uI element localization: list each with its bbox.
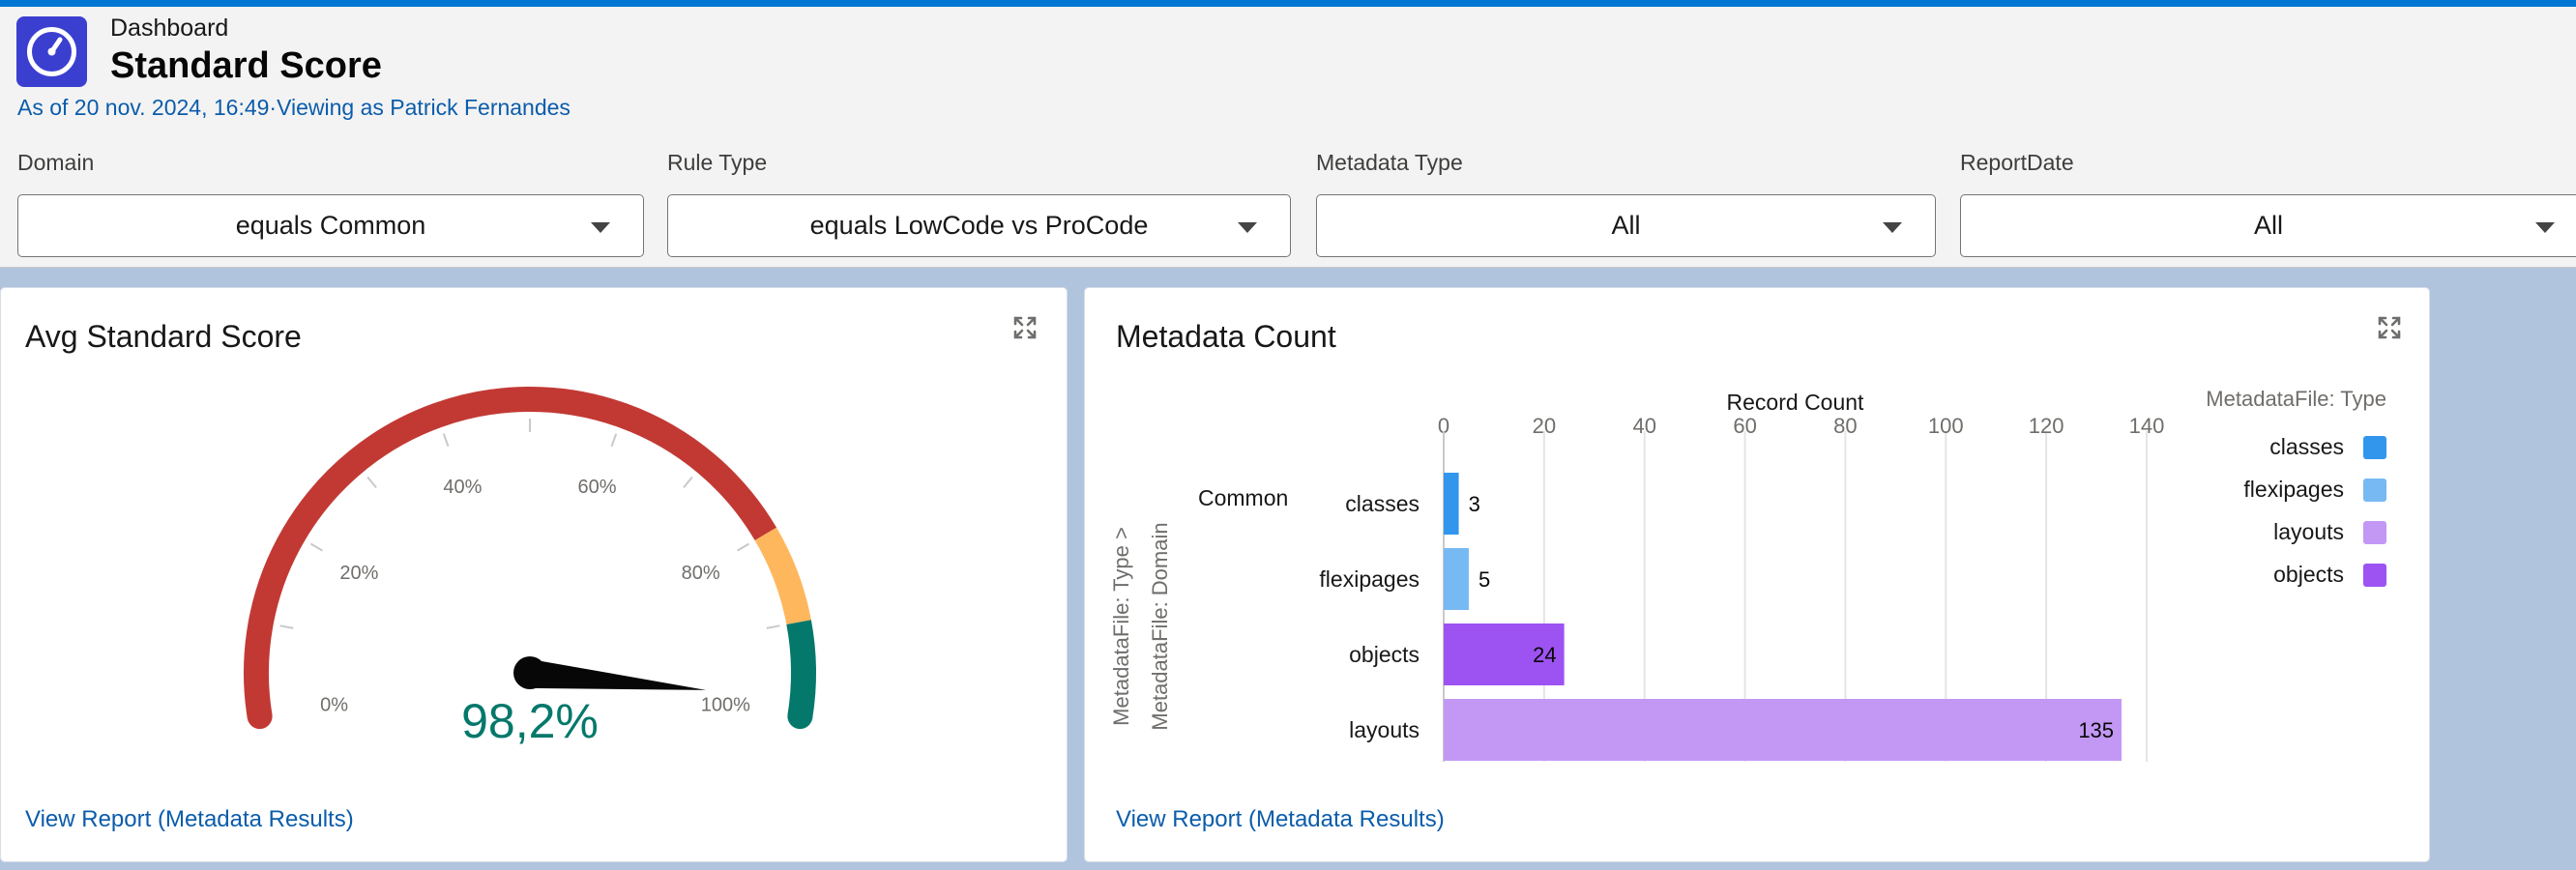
gauge-value-label: 98,2% <box>461 694 599 748</box>
gauge-band <box>244 387 777 719</box>
legend-swatch[interactable] <box>2363 436 2386 459</box>
gauge-band <box>786 620 816 719</box>
filter-label-rule-type: Rule Type <box>667 150 768 175</box>
view-report-link[interactable]: View Report (Metadata Results) <box>1116 806 1445 833</box>
bar[interactable] <box>1444 548 1469 610</box>
gauge-tick <box>442 433 450 448</box>
gauge-tick-label: 80% <box>682 563 720 584</box>
x-tick-label: 120 <box>2029 414 2064 438</box>
gauge-tick-label: 40% <box>443 477 482 498</box>
gauge-needle <box>528 659 707 690</box>
avg-standard-score-card: Avg Standard Score 0% 20% 40% 60% 80% 100% 98,… <box>0 287 1068 862</box>
legend-swatch[interactable] <box>2363 478 2386 502</box>
filter-label-metadata-type: Metadata Type <box>1316 150 1463 175</box>
bar-value-label: 24 <box>1533 643 1556 667</box>
gauge-band-cap <box>787 704 813 730</box>
bar-value-label: 135 <box>2078 718 2114 742</box>
bar-chart: Record Count0 20 40 60 80 100 120 140MetadataFi… <box>1109 387 2386 762</box>
filter-label-report-date: ReportDate <box>1960 150 2074 175</box>
gauge-tick-label: 100% <box>701 695 750 716</box>
filter-rule-type-value: equals LowCode vs ProCode <box>809 211 1149 240</box>
category-label: classes <box>1345 491 1420 516</box>
x-axis-title: Record Count <box>1727 390 1865 415</box>
filter-report-date-value: All <box>2253 211 2283 240</box>
top-accent-bar <box>0 0 2576 7</box>
chevron-down-icon <box>1883 222 1902 233</box>
gauge-chart: 0% 20% 40% 60% 80% 100% 98,2% <box>244 387 816 748</box>
filter-domain-select[interactable]: equals Common <box>17 194 644 257</box>
gauge-tick <box>610 433 618 448</box>
x-tick-label: 60 <box>1733 414 1756 438</box>
x-tick-label: 80 <box>1833 414 1857 438</box>
bar-value-label: 3 <box>1469 492 1480 516</box>
filter-metadata-type-value: All <box>1611 211 1641 240</box>
filter-metadata-type-select[interactable]: All <box>1316 194 1936 257</box>
legend-title: MetadataFile: Type <box>2206 387 2386 411</box>
legend-swatch[interactable] <box>2363 564 2386 587</box>
gauge-tick <box>683 476 693 488</box>
gauge-tick-label: 60% <box>578 477 617 498</box>
bar[interactable] <box>1444 473 1459 535</box>
filter-report-date-select[interactable]: All <box>1960 194 2576 257</box>
x-tick-label: 40 <box>1632 414 1655 438</box>
gauge-tick <box>737 542 750 552</box>
chevron-down-icon <box>591 222 610 233</box>
bar[interactable] <box>1444 699 2122 761</box>
gauge-tick-label: 0% <box>320 695 348 716</box>
legend-label: objects <box>2273 562 2344 587</box>
dashboard-label: Dashboard <box>110 14 229 42</box>
x-tick-label: 100 <box>1928 414 1964 438</box>
category-label: objects <box>1349 642 1420 667</box>
gauge-tick <box>279 624 294 629</box>
y-axis-title: MetadataFile: Domain <box>1148 522 1172 730</box>
page-title: Standard Score <box>110 45 382 86</box>
gauge-tick <box>766 624 780 629</box>
filter-label-domain: Domain <box>17 150 95 175</box>
gauge-tick <box>309 542 323 552</box>
legend-label: layouts <box>2273 519 2344 544</box>
y-axis-title: MetadataFile: Type > <box>1109 527 1133 726</box>
view-report-link[interactable]: View Report (Metadata Results) <box>25 806 354 833</box>
gauge-band-cap <box>247 704 273 730</box>
dashboard-header: Dashboard Standard Score As of 20 nov. 2… <box>0 7 2576 268</box>
chevron-down-icon <box>1238 222 1257 233</box>
gauge-tick <box>366 476 377 488</box>
legend-label: classes <box>2269 434 2344 459</box>
bar-value-label: 5 <box>1478 567 1490 592</box>
chevron-down-icon <box>2535 222 2555 233</box>
gauge-band <box>754 527 811 625</box>
filter-rule-type-select[interactable]: equals LowCode vs ProCode <box>667 194 1291 257</box>
x-tick-label: 140 <box>2129 414 2165 438</box>
category-label: layouts <box>1349 717 1420 742</box>
legend-swatch[interactable] <box>2363 521 2386 544</box>
category-label: flexipages <box>1319 566 1420 592</box>
legend-label: flexipages <box>2243 477 2344 502</box>
x-tick-label: 20 <box>1533 414 1556 438</box>
as-of-timestamp: As of 20 nov. 2024, 16:49·Viewing as Pat… <box>17 95 571 120</box>
group-label: Common <box>1198 485 1288 510</box>
metadata-count-card: Metadata Count Record Count 0 20 40 60 80 100 1… <box>1084 287 2430 862</box>
gauge-needle-hub <box>513 656 546 689</box>
gauge-tick-label: 20% <box>339 563 378 584</box>
gauge-icon <box>16 16 87 87</box>
filter-domain-value: equals Common <box>235 211 426 240</box>
